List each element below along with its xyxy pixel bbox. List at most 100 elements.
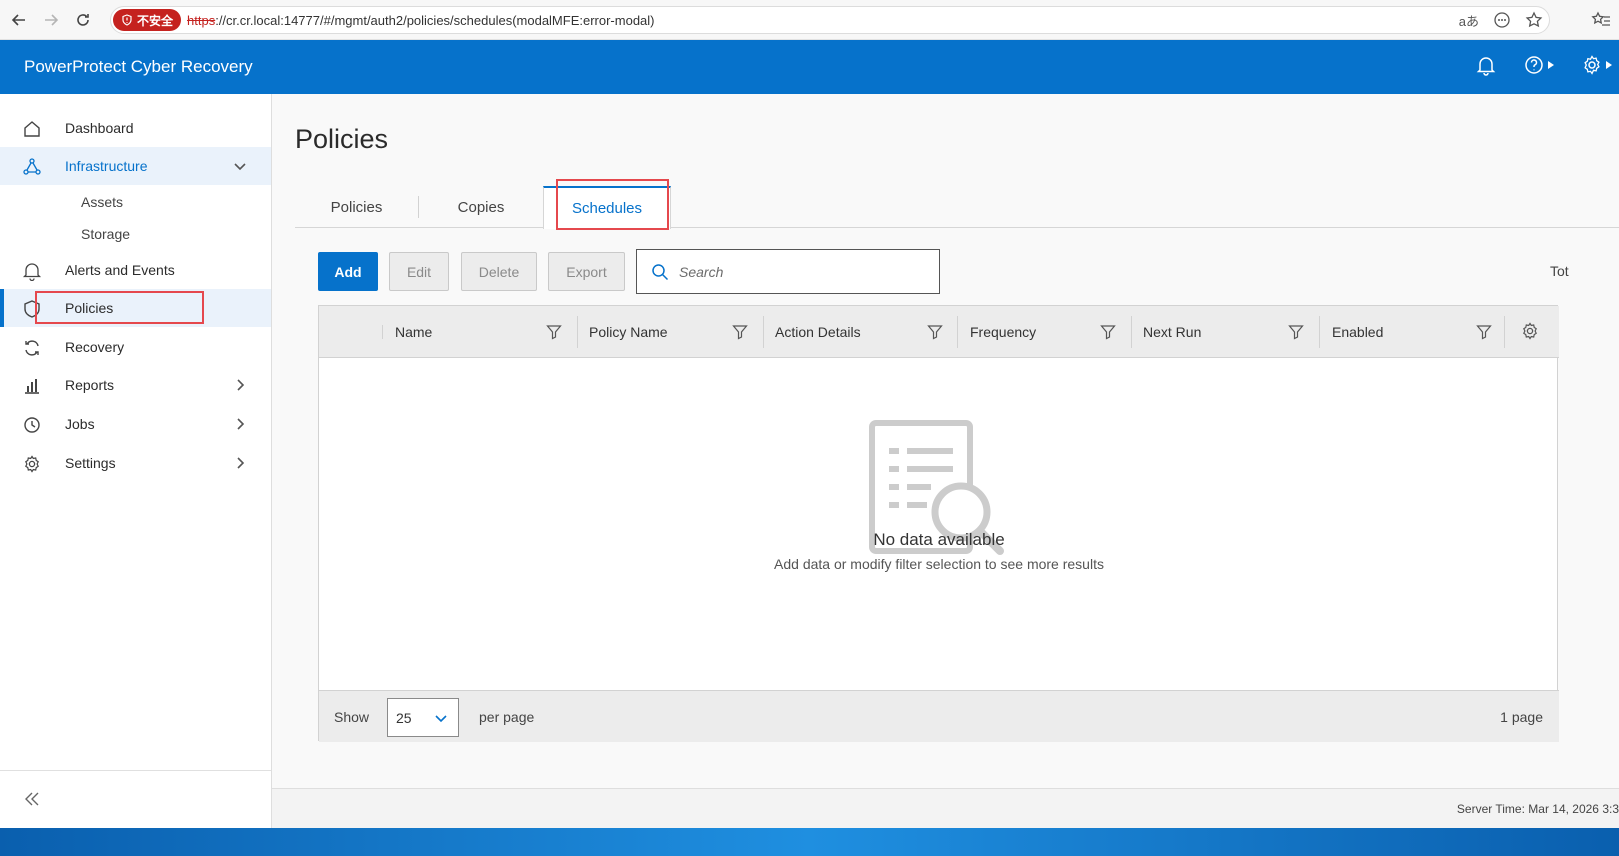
filter-icon[interactable] (546, 324, 562, 340)
edit-button[interactable]: Edit (389, 252, 449, 291)
sidebar-item-label: Settings (65, 455, 116, 471)
caret-right-icon (1606, 61, 1612, 69)
column-divider (1504, 316, 1505, 348)
chevron-right-icon (237, 457, 245, 469)
address-bar[interactable]: 不安全 https://cr.cr.local:14777/#/mgmt/aut… (110, 6, 1550, 34)
delete-button[interactable]: Delete (461, 252, 537, 291)
sidebar-item-label: Dashboard (65, 120, 134, 136)
column-divider (957, 316, 958, 348)
insecure-label: 不安全 (137, 13, 174, 28)
add-button[interactable]: Add (318, 252, 378, 291)
filter-icon[interactable] (1100, 324, 1116, 340)
caret-right-icon (1548, 61, 1554, 69)
sidebar-subitem-assets[interactable]: Assets (81, 194, 123, 210)
url-scheme: https (187, 12, 216, 28)
export-button[interactable]: Export (548, 252, 625, 291)
column-divider (382, 325, 383, 339)
sidebar-item-settings[interactable]: Settings (0, 444, 271, 482)
clock-icon (24, 417, 40, 433)
column-settings-gear-icon[interactable] (1520, 321, 1540, 341)
browser-toolbar: 不安全 https://cr.cr.local:14777/#/mgmt/aut… (0, 0, 1619, 40)
column-header-name[interactable]: Name (395, 306, 577, 358)
column-label: Policy Name (589, 324, 668, 340)
bar-chart-icon (25, 379, 39, 394)
sidebar-item-dashboard[interactable]: Dashboard (0, 109, 271, 147)
double-chevron-left-icon[interactable] (22, 789, 42, 809)
sidebar-item-label: Alerts and Events (65, 262, 175, 278)
main-content: Policies Policies Copies Schedules Add E… (272, 94, 1619, 828)
star-icon[interactable] (1525, 11, 1543, 29)
search-input[interactable]: Search (636, 249, 940, 294)
column-header-action-details[interactable]: Action Details (775, 306, 957, 358)
help-icon (1525, 56, 1543, 74)
forward-icon[interactable] (38, 7, 64, 33)
filter-icon[interactable] (1476, 324, 1492, 340)
gear-icon (1584, 55, 1600, 75)
highlight-annotation (35, 291, 204, 324)
search-placeholder: Search (679, 263, 724, 280)
sidebar-footer (0, 770, 271, 828)
tab-copies[interactable]: Copies (419, 186, 543, 228)
column-header-next-run[interactable]: Next Run (1143, 306, 1319, 358)
sidebar-item-label: Recovery (65, 339, 125, 355)
app-title: PowerProtect Cyber Recovery (24, 57, 253, 76)
table-footer: Show 25 per page 1 page (319, 690, 1559, 742)
page-title: Policies (295, 124, 389, 154)
gear-icon (25, 455, 39, 473)
column-divider (577, 316, 578, 348)
column-label: Action Details (775, 324, 861, 340)
filter-icon[interactable] (732, 324, 748, 340)
page-size-select[interactable]: 25 (387, 698, 459, 737)
sidebar-item-reports[interactable]: Reports (0, 366, 271, 404)
chevron-down-icon (234, 163, 246, 171)
column-divider (1319, 316, 1320, 348)
favorites-icon[interactable] (1591, 10, 1611, 30)
sidebar-item-label: Infrastructure (65, 158, 148, 174)
settings-menu-button[interactable] (1581, 54, 1613, 76)
filter-icon[interactable] (927, 324, 943, 340)
page-size-value: 25 (396, 709, 412, 726)
sidebar-item-recovery[interactable]: Recovery (0, 328, 271, 366)
sidebar-item-alerts-and-events[interactable]: Alerts and Events (0, 251, 271, 289)
sidebar: Dashboard Infrastructure Assets Storage … (0, 94, 272, 828)
help-menu-button[interactable] (1523, 54, 1555, 76)
notifications-button[interactable] (1475, 54, 1497, 76)
column-divider (1131, 316, 1132, 348)
home-icon (24, 121, 40, 137)
highlight-annotation (556, 179, 669, 230)
url-text: ://cr.cr.local:14777/#/mgmt/auth2/polici… (215, 12, 655, 28)
sidebar-item-label: Reports (65, 377, 115, 393)
empty-state-subtitle: Add data or modify filter selection to s… (774, 556, 1104, 572)
page-count-label: 1 page (1500, 709, 1543, 725)
refresh-icon (25, 340, 39, 356)
tab-bar: Policies Copies Schedules (295, 186, 1619, 229)
chevron-down-icon (435, 715, 447, 723)
back-icon[interactable] (6, 7, 32, 33)
insecure-badge[interactable]: 不安全 (113, 9, 182, 31)
sidebar-item-infrastructure[interactable]: Infrastructure (0, 147, 271, 185)
column-label: Name (395, 324, 433, 340)
chevron-right-icon (237, 418, 245, 430)
sidebar-item-jobs[interactable]: Jobs (0, 405, 271, 443)
reload-icon[interactable] (70, 7, 96, 33)
schedules-table: Name Policy Name Action Details Frequenc… (318, 305, 1559, 742)
sidebar-item-label: Jobs (65, 416, 95, 432)
column-label: Frequency (970, 324, 1037, 340)
sidebar-subitem-storage[interactable]: Storage (81, 226, 130, 242)
table-header: Name Policy Name Action Details Frequenc… (319, 306, 1559, 358)
column-header-frequency[interactable]: Frequency (970, 306, 1131, 358)
more-icon[interactable] (1493, 11, 1511, 29)
network-icon (23, 158, 41, 175)
column-header-policy-name[interactable]: Policy Name (589, 306, 763, 358)
tab-policies[interactable]: Policies (295, 186, 418, 228)
filter-icon[interactable] (1288, 324, 1304, 340)
bell-icon (1476, 57, 1496, 76)
per-page-label: per page (479, 709, 535, 725)
show-label: Show (334, 709, 370, 725)
column-header-enabled[interactable]: Enabled (1332, 306, 1504, 358)
bell-icon (22, 263, 42, 281)
search-icon (652, 263, 669, 280)
column-divider (763, 316, 764, 348)
translate-icon[interactable]: aあ (1459, 11, 1479, 30)
column-label: Enabled (1332, 324, 1384, 340)
